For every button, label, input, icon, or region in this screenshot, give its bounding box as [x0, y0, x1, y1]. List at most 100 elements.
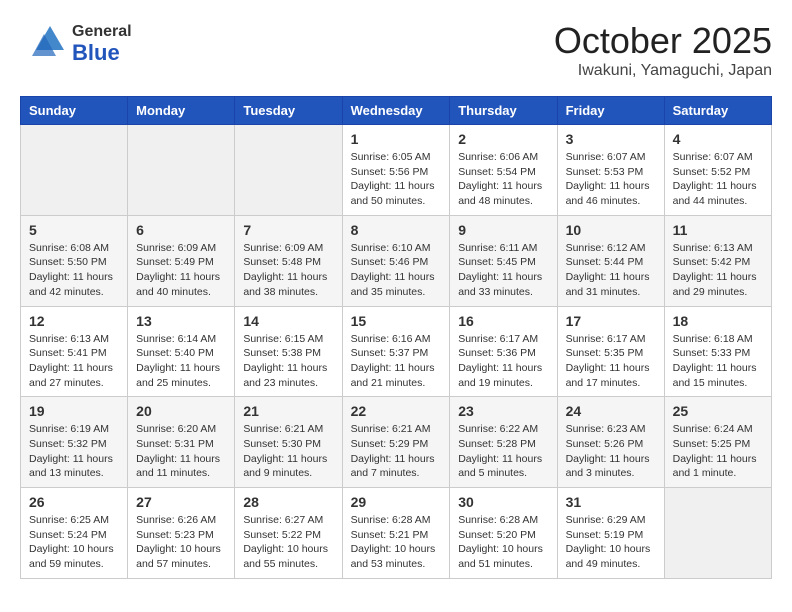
calendar-cell: 31 Sunrise: 6:29 AM Sunset: 5:19 PM Dayli…: [557, 488, 664, 579]
day-number: 29: [351, 494, 442, 510]
day-info: Sunrise: 6:17 AM Sunset: 5:35 PM Dayligh…: [566, 332, 656, 391]
week-row-3: 12 Sunrise: 6:13 AM Sunset: 5:41 PM Dayli…: [21, 306, 772, 397]
calendar-cell: 10Sunrise: 6:12 AM Sunset: 5:44 PM Dayli…: [557, 215, 664, 306]
calendar-cell: 21Sunrise: 6:21 AM Sunset: 5:30 PM Dayli…: [235, 397, 342, 488]
day-info: Sunrise: 6:29 AM Sunset: 5:19 PM Dayligh…: [566, 513, 656, 572]
weekday-header-wednesday: Wednesday: [342, 97, 450, 125]
day-info: Sunrise: 6:24 AM Sunset: 5:25 PM Dayligh…: [673, 422, 763, 481]
day-number: 21: [243, 403, 333, 419]
day-info: Sunrise: 6:08 AM Sunset: 5:50 PM Dayligh…: [29, 241, 119, 300]
day-info: Sunrise: 6:10 AM Sunset: 5:46 PM Dayligh…: [351, 241, 442, 300]
day-number: 14: [243, 313, 333, 329]
day-info: Sunrise: 6:06 AM Sunset: 5:54 PM Dayligh…: [458, 150, 548, 209]
title-area: October 2025 Iwakuni, Yamaguchi, Japan: [554, 20, 772, 80]
calendar-cell: 15 Sunrise: 6:16 AM Sunset: 5:37 PM Dayli…: [342, 306, 450, 397]
day-info: Sunrise: 6:12 AM Sunset: 5:44 PM Dayligh…: [566, 241, 656, 300]
day-number: 31: [566, 494, 656, 510]
day-info: Sunrise: 6:13 AM Sunset: 5:42 PM Dayligh…: [673, 241, 763, 300]
calendar-cell: 27 Sunrise: 6:26 AM Sunset: 5:23 PM Dayli…: [128, 488, 235, 579]
day-number: 13: [136, 313, 226, 329]
day-number: 24: [566, 403, 656, 419]
calendar-cell: 12 Sunrise: 6:13 AM Sunset: 5:41 PM Dayli…: [21, 306, 128, 397]
weekday-header-friday: Friday: [557, 97, 664, 125]
day-info: Sunrise: 6:15 AM Sunset: 5:38 PM Dayligh…: [243, 332, 333, 391]
calendar-cell: 23 Sunrise: 6:22 AM Sunset: 5:28 PM Dayli…: [450, 397, 557, 488]
day-info: Sunrise: 6:21 AM Sunset: 5:29 PM Dayligh…: [351, 422, 442, 481]
calendar-cell: 11 Sunrise: 6:13 AM Sunset: 5:42 PM Dayli…: [664, 215, 771, 306]
day-number: 3: [566, 131, 656, 147]
calendar-cell: 13 Sunrise: 6:14 AM Sunset: 5:40 PM Dayli…: [128, 306, 235, 397]
day-info: Sunrise: 6:07 AM Sunset: 5:53 PM Dayligh…: [566, 150, 656, 209]
day-number: 15: [351, 313, 442, 329]
calendar-cell: 19 Sunrise: 6:19 AM Sunset: 5:32 PM Dayli…: [21, 397, 128, 488]
weekday-header-thursday: Thursday: [450, 97, 557, 125]
calendar-cell: [128, 125, 235, 216]
month-title: October 2025: [554, 20, 772, 62]
calendar-cell: 4 Sunrise: 6:07 AM Sunset: 5:52 PM Daylig…: [664, 125, 771, 216]
day-number: 1: [351, 131, 442, 147]
calendar-cell: 28Sunrise: 6:27 AM Sunset: 5:22 PM Dayli…: [235, 488, 342, 579]
logo-text: General Blue: [72, 23, 132, 65]
day-info: Sunrise: 6:22 AM Sunset: 5:28 PM Dayligh…: [458, 422, 548, 481]
day-number: 2: [458, 131, 548, 147]
logo: General Blue: [20, 20, 132, 68]
calendar-cell: 24 Sunrise: 6:23 AM Sunset: 5:26 PM Dayli…: [557, 397, 664, 488]
day-info: Sunrise: 6:13 AM Sunset: 5:41 PM Dayligh…: [29, 332, 119, 391]
day-number: 6: [136, 222, 226, 238]
calendar-cell: [21, 125, 128, 216]
day-info: Sunrise: 6:14 AM Sunset: 5:40 PM Dayligh…: [136, 332, 226, 391]
day-number: 19: [29, 403, 119, 419]
day-number: 30: [458, 494, 548, 510]
day-info: Sunrise: 6:26 AM Sunset: 5:23 PM Dayligh…: [136, 513, 226, 572]
day-info: Sunrise: 6:25 AM Sunset: 5:24 PM Dayligh…: [29, 513, 119, 572]
logo-blue-text: Blue: [72, 41, 132, 65]
location-title: Iwakuni, Yamaguchi, Japan: [554, 62, 772, 80]
calendar-cell: 16 Sunrise: 6:17 AM Sunset: 5:36 PM Dayli…: [450, 306, 557, 397]
logo-icon: [20, 20, 68, 68]
calendar-cell: 2 Sunrise: 6:06 AM Sunset: 5:54 PM Daylig…: [450, 125, 557, 216]
day-number: 23: [458, 403, 548, 419]
day-info: Sunrise: 6:07 AM Sunset: 5:52 PM Dayligh…: [673, 150, 763, 209]
day-info: Sunrise: 6:11 AM Sunset: 5:45 PM Dayligh…: [458, 241, 548, 300]
day-info: Sunrise: 6:09 AM Sunset: 5:49 PM Dayligh…: [136, 241, 226, 300]
day-number: 22: [351, 403, 442, 419]
week-row-1: 1 Sunrise: 6:05 AM Sunset: 5:56 PM Daylig…: [21, 125, 772, 216]
calendar-cell: [235, 125, 342, 216]
calendar-cell: 8 Sunrise: 6:10 AM Sunset: 5:46 PM Daylig…: [342, 215, 450, 306]
day-info: Sunrise: 6:27 AM Sunset: 5:22 PM Dayligh…: [243, 513, 333, 572]
calendar-cell: 14 Sunrise: 6:15 AM Sunset: 5:38 PM Dayli…: [235, 306, 342, 397]
day-info: Sunrise: 6:23 AM Sunset: 5:26 PM Dayligh…: [566, 422, 656, 481]
day-info: Sunrise: 6:18 AM Sunset: 5:33 PM Dayligh…: [673, 332, 763, 391]
day-info: Sunrise: 6:19 AM Sunset: 5:32 PM Dayligh…: [29, 422, 119, 481]
calendar-cell: 17Sunrise: 6:17 AM Sunset: 5:35 PM Dayli…: [557, 306, 664, 397]
calendar-table: SundayMondayTuesdayWednesdayThursdayFrid…: [20, 96, 772, 579]
weekday-header-sunday: Sunday: [21, 97, 128, 125]
day-number: 18: [673, 313, 763, 329]
calendar-cell: 1 Sunrise: 6:05 AM Sunset: 5:56 PM Daylig…: [342, 125, 450, 216]
day-info: Sunrise: 6:05 AM Sunset: 5:56 PM Dayligh…: [351, 150, 442, 209]
page-header: General Blue October 2025 Iwakuni, Yamag…: [20, 20, 772, 80]
logo-general-text: General: [72, 23, 132, 40]
week-row-2: 5Sunrise: 6:08 AM Sunset: 5:50 PM Daylig…: [21, 215, 772, 306]
day-number: 4: [673, 131, 763, 147]
day-number: 8: [351, 222, 442, 238]
weekday-header-tuesday: Tuesday: [235, 97, 342, 125]
day-info: Sunrise: 6:16 AM Sunset: 5:37 PM Dayligh…: [351, 332, 442, 391]
weekday-header-row: SundayMondayTuesdayWednesdayThursdayFrid…: [21, 97, 772, 125]
day-number: 26: [29, 494, 119, 510]
calendar-cell: 22 Sunrise: 6:21 AM Sunset: 5:29 PM Dayli…: [342, 397, 450, 488]
calendar-cell: 18 Sunrise: 6:18 AM Sunset: 5:33 PM Dayli…: [664, 306, 771, 397]
day-number: 11: [673, 222, 763, 238]
calendar-cell: 30Sunrise: 6:28 AM Sunset: 5:20 PM Dayli…: [450, 488, 557, 579]
day-info: Sunrise: 6:28 AM Sunset: 5:21 PM Dayligh…: [351, 513, 442, 572]
week-row-5: 26 Sunrise: 6:25 AM Sunset: 5:24 PM Dayli…: [21, 488, 772, 579]
calendar-cell: 20Sunrise: 6:20 AM Sunset: 5:31 PM Dayli…: [128, 397, 235, 488]
calendar-cell: 3 Sunrise: 6:07 AM Sunset: 5:53 PM Daylig…: [557, 125, 664, 216]
day-info: Sunrise: 6:20 AM Sunset: 5:31 PM Dayligh…: [136, 422, 226, 481]
day-number: 12: [29, 313, 119, 329]
day-number: 27: [136, 494, 226, 510]
day-number: 16: [458, 313, 548, 329]
calendar-cell: 9 Sunrise: 6:11 AM Sunset: 5:45 PM Daylig…: [450, 215, 557, 306]
day-number: 9: [458, 222, 548, 238]
day-info: Sunrise: 6:17 AM Sunset: 5:36 PM Dayligh…: [458, 332, 548, 391]
